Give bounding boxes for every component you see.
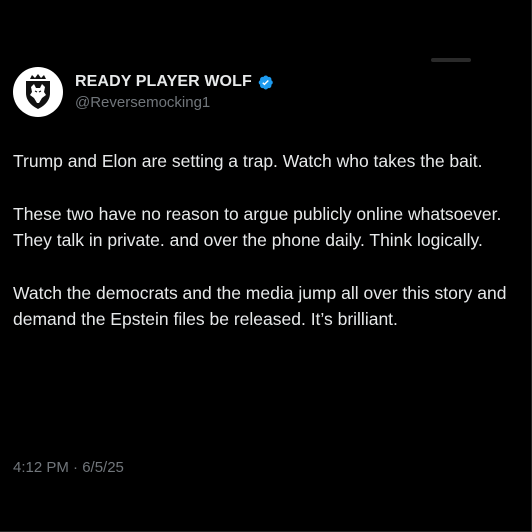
tweet-timestamp[interactable]: 4:12 PM · 6/5/25 <box>13 459 124 476</box>
tweet-text: Trump and Elon are setting a trap. Watch… <box>13 148 521 359</box>
wolf-shield-logo-icon <box>26 74 50 109</box>
tweet-paragraph: These two have no reason to argue public… <box>13 204 502 250</box>
verified-badge-icon[interactable] <box>257 74 274 91</box>
display-name-row: READY PLAYER WOLF <box>75 73 274 91</box>
tweet-paragraph: Trump and Elon are setting a trap. Watch… <box>13 151 483 171</box>
author-names: READY PLAYER WOLF @Reversemocking1 <box>75 73 274 111</box>
tweet-screenshot: READY PLAYER WOLF @Reversemocking1 Trump… <box>0 0 532 532</box>
avatar[interactable] <box>13 67 63 117</box>
display-name[interactable]: READY PLAYER WOLF <box>75 73 252 91</box>
tweet-paragraph: Watch the democrats and the media jump a… <box>13 283 507 329</box>
handle[interactable]: @Reversemocking1 <box>75 94 274 111</box>
tweet-header: READY PLAYER WOLF @Reversemocking1 <box>13 67 274 117</box>
screen-glare <box>431 58 471 62</box>
